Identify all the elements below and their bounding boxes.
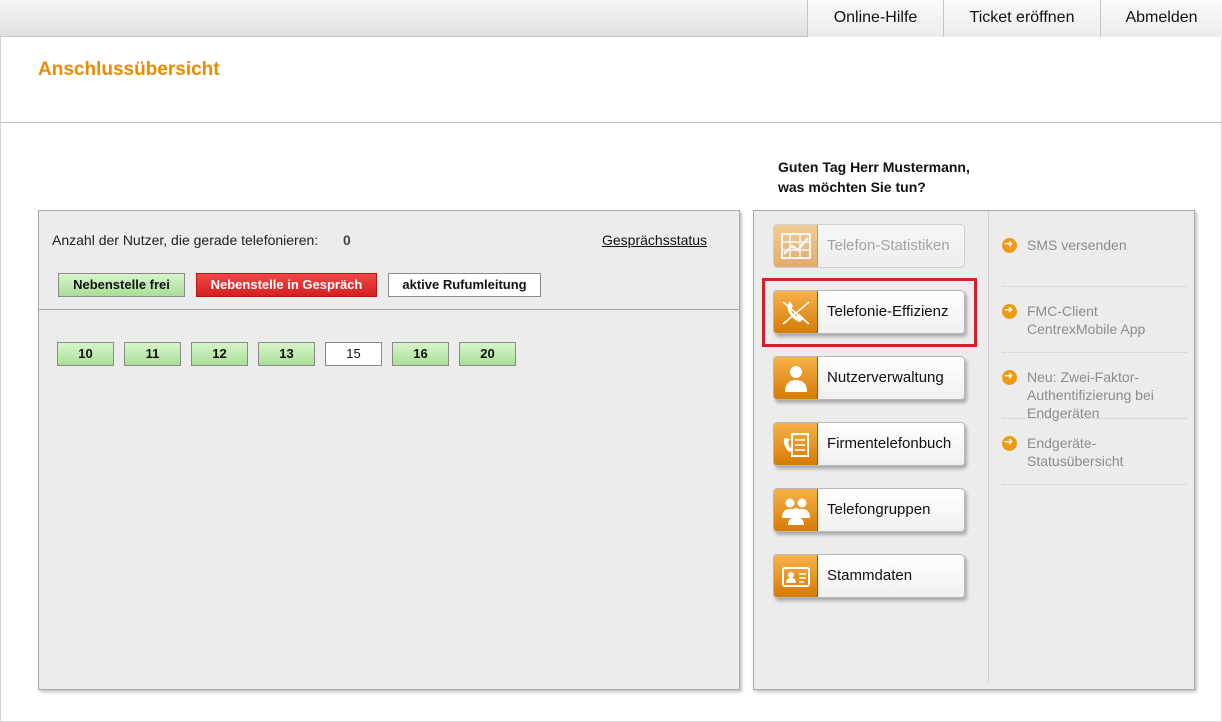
tile-label: Telefon-Statistiken bbox=[827, 237, 950, 254]
telefon-statistiken-button[interactable]: Telefon-Statistiken bbox=[773, 224, 965, 268]
extension-16[interactable]: 16 bbox=[392, 342, 449, 366]
id-card-icon bbox=[774, 555, 818, 597]
open-ticket-button[interactable]: Ticket eröffnen bbox=[943, 0, 1100, 37]
extension-20[interactable]: 20 bbox=[459, 342, 516, 366]
group-icon bbox=[774, 489, 818, 531]
telefonie-effizienz-button[interactable]: Telefonie-Effizienz bbox=[773, 290, 965, 334]
divider bbox=[1002, 286, 1187, 287]
top-bar: Online-Hilfe Ticket eröffnen Abmelden bbox=[0, 0, 1222, 37]
arrow-right-icon bbox=[1002, 237, 1017, 253]
page-title: Anschlussübersicht bbox=[38, 59, 220, 80]
extension-11[interactable]: 11 bbox=[124, 342, 181, 366]
arrow-right-icon bbox=[1002, 303, 1017, 319]
legend-extension-busy: Nebenstelle in Gespräch bbox=[196, 273, 377, 297]
telefongruppen-button[interactable]: Telefongruppen bbox=[773, 488, 965, 532]
divider bbox=[1002, 418, 1187, 419]
column-divider bbox=[988, 211, 989, 683]
extension-15[interactable]: 15 bbox=[325, 342, 382, 366]
call-status-panel: Anzahl der Nutzer, die gerade telefonier… bbox=[38, 210, 740, 690]
call-status-link[interactable]: Gesprächsstatus bbox=[602, 232, 707, 248]
tile-label: Telefonie-Effizienz bbox=[827, 303, 949, 320]
tile-label: Stammdaten bbox=[827, 567, 913, 584]
link-label: Neu: Zwei-Faktor-Authentifizierung bei E… bbox=[1027, 369, 1154, 421]
extension-10[interactable]: 10 bbox=[57, 342, 114, 366]
actions-panel: Telefon-Statistiken Telefonie-Effizienz … bbox=[753, 210, 1195, 690]
firmentelefonbuch-button[interactable]: Firmentelefonbuch bbox=[773, 422, 965, 466]
link-label: SMS versenden bbox=[1027, 237, 1127, 253]
extension-12[interactable]: 12 bbox=[191, 342, 248, 366]
arrow-right-icon bbox=[1002, 369, 1017, 385]
divider bbox=[39, 309, 739, 310]
tile-label: Nutzerverwaltung bbox=[827, 369, 944, 386]
stammdaten-button[interactable]: Stammdaten bbox=[773, 554, 965, 598]
phonebook-icon bbox=[774, 423, 818, 465]
greeting-line-2: was möchten Sie tun? bbox=[778, 179, 926, 195]
tile-label: Telefongruppen bbox=[827, 501, 931, 518]
nutzerverwaltung-button[interactable]: Nutzerverwaltung bbox=[773, 356, 965, 400]
user-icon bbox=[774, 357, 818, 399]
legend-extension-free: Nebenstelle frei bbox=[58, 273, 185, 297]
extension-13[interactable]: 13 bbox=[258, 342, 315, 366]
arrow-right-icon bbox=[1002, 435, 1017, 451]
phone-efficiency-icon bbox=[774, 291, 818, 333]
link-label: FMC-Client CentrexMobile App bbox=[1027, 303, 1146, 337]
logout-button[interactable]: Abmelden bbox=[1100, 0, 1222, 37]
statistics-icon bbox=[774, 225, 818, 267]
greeting: Guten Tag Herr Mustermann, was möchten S… bbox=[778, 157, 970, 197]
tile-label: Firmentelefonbuch bbox=[827, 435, 952, 452]
active-callers-label: Anzahl der Nutzer, die gerade telefonier… bbox=[52, 232, 319, 248]
link-label: Endgeräte-Statusübersicht bbox=[1027, 435, 1124, 469]
divider bbox=[1002, 352, 1187, 353]
divider bbox=[1002, 484, 1187, 485]
active-callers-count: 0 bbox=[343, 232, 351, 248]
online-help-button[interactable]: Online-Hilfe bbox=[807, 0, 943, 37]
legend-call-forwarding: aktive Rufumleitung bbox=[388, 273, 541, 297]
greeting-line-1: Guten Tag Herr Mustermann, bbox=[778, 159, 970, 175]
page-header: Anschlussübersicht bbox=[0, 37, 1222, 123]
